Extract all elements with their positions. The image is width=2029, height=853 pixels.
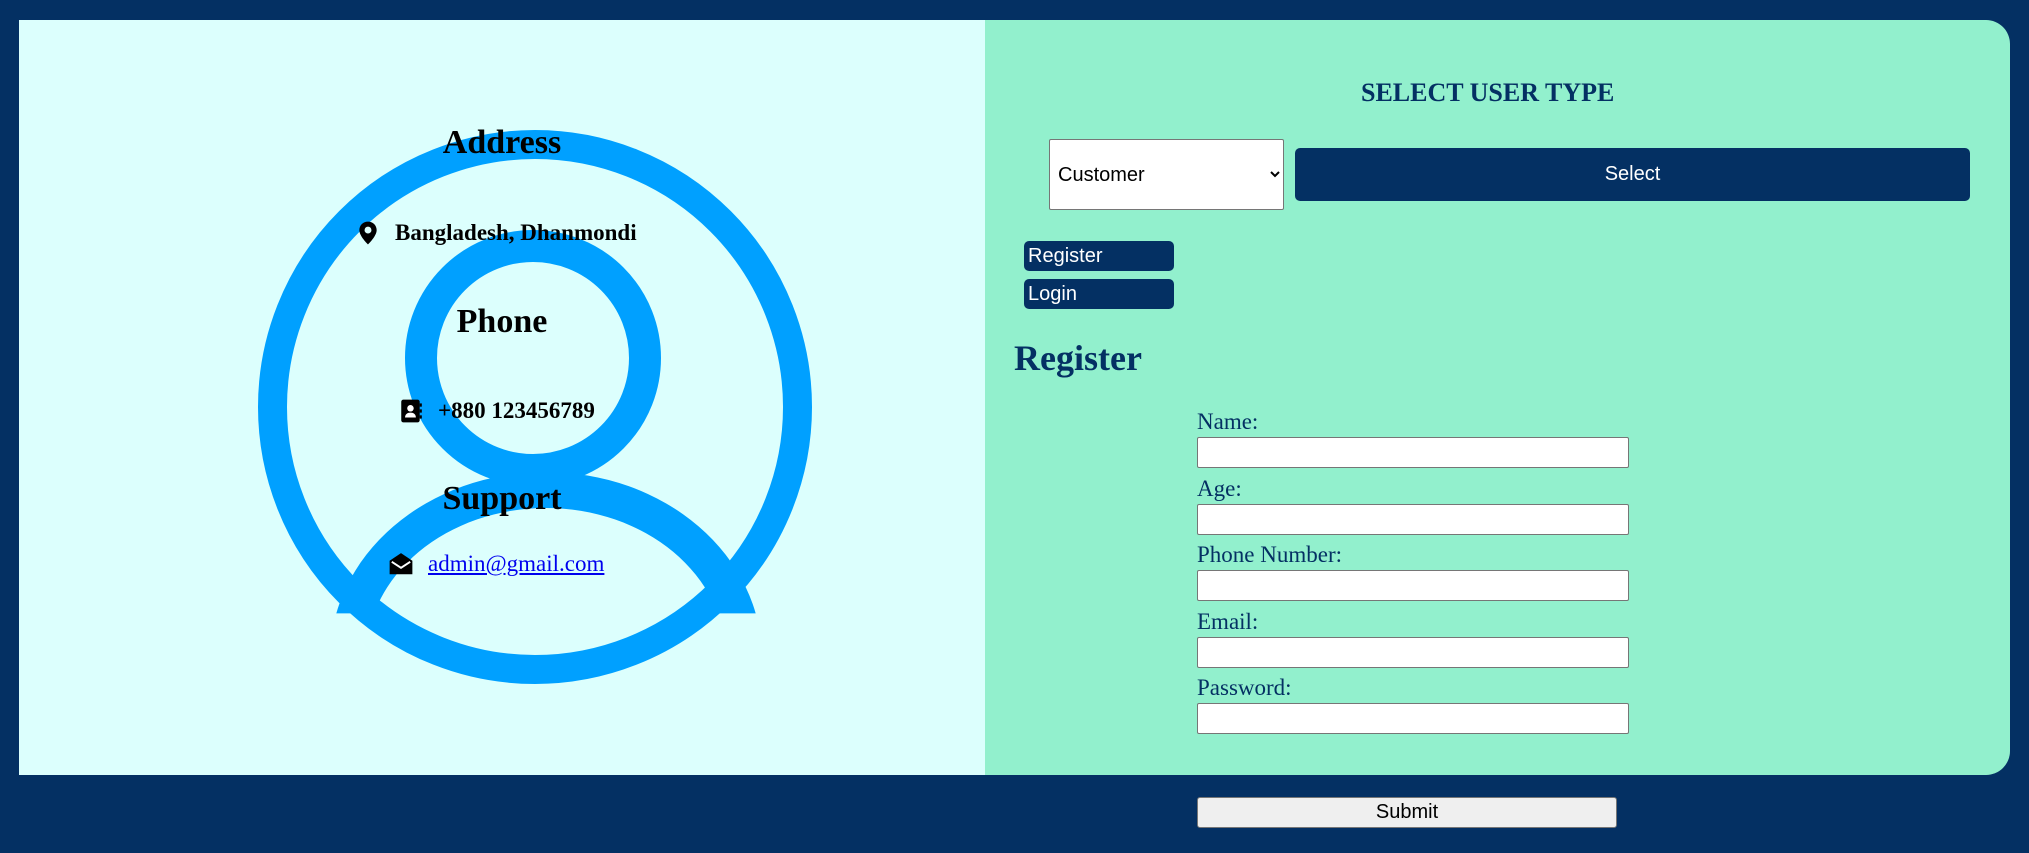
user-head-ring bbox=[405, 230, 661, 486]
phone-line: +880 123456789 bbox=[398, 398, 595, 424]
name-label: Name: bbox=[1197, 409, 1259, 434]
map-pin-icon bbox=[359, 221, 377, 245]
select-button[interactable]: Select bbox=[1295, 148, 1970, 201]
name-field[interactable] bbox=[1197, 437, 1629, 468]
submit-button[interactable]: Submit bbox=[1197, 797, 1617, 828]
age-label: Age: bbox=[1197, 476, 1242, 501]
contact-book-icon bbox=[401, 399, 422, 423]
address-line: Bangladesh, Dhanmondi bbox=[355, 220, 637, 246]
age-field[interactable] bbox=[1197, 504, 1629, 535]
password-label: Password: bbox=[1197, 675, 1292, 700]
phone-text: +880 123456789 bbox=[438, 398, 595, 423]
phone-title: Phone bbox=[456, 303, 548, 340]
email-label: Email: bbox=[1197, 609, 1259, 634]
address-text: Bangladesh, Dhanmondi bbox=[395, 220, 637, 245]
support-title: Support bbox=[442, 480, 562, 517]
support-email-link[interactable]: admin@gmail.com bbox=[428, 551, 604, 577]
tab-login[interactable]: Login bbox=[1024, 279, 1174, 309]
envelope-open-icon bbox=[389, 553, 413, 575]
email-field[interactable] bbox=[1197, 637, 1629, 668]
select-user-type-title: SELECT USER TYPE bbox=[1361, 78, 1615, 107]
user-type-select[interactable]: Customer bbox=[1049, 139, 1284, 210]
phone-number-field[interactable] bbox=[1197, 570, 1629, 601]
address-title: Address bbox=[442, 124, 562, 161]
phone-number-label: Phone Number: bbox=[1197, 542, 1343, 567]
form-heading: Register bbox=[1014, 338, 1142, 378]
tab-register[interactable]: Register bbox=[1024, 241, 1174, 271]
password-field[interactable] bbox=[1197, 703, 1629, 734]
support-line: admin@gmail.com bbox=[388, 551, 604, 577]
